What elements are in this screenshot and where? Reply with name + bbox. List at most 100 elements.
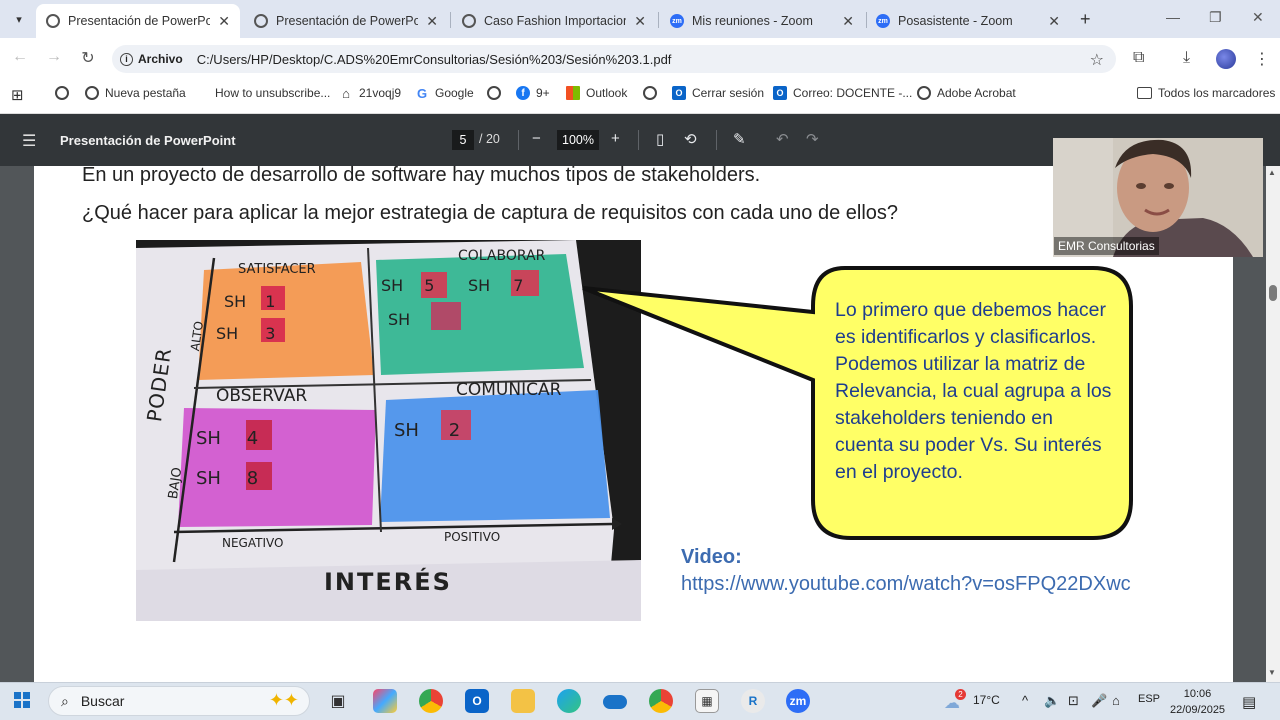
tab-presentacion-2[interactable]: Presentación de PowerPoint ✕ [244,4,448,38]
sticker-text: SH 3 [216,324,276,343]
site-info-label: Archivo [138,52,183,66]
slide-text-line-1: En un proyecto de desarrollo de software… [82,164,761,186]
clock[interactable]: 10:06 22/09/2025 [1170,686,1225,718]
forward-button[interactable]: → [43,48,65,66]
bookmark-unsubscribe[interactable]: How to unsubscribe... [195,86,330,100]
bookmark-cerrar-sesion[interactable]: O Cerrar sesión [672,86,764,100]
bookmark-label: Nueva pestaña [105,86,186,100]
outlook-icon[interactable]: O [465,689,489,713]
url-text[interactable]: C:/Users/HP/Desktop/C.ADS%20EmrConsultor… [197,52,672,67]
zoom-icon: zm [876,14,890,28]
bookmark-label: Todos los marcadores [1158,86,1276,100]
video-link[interactable]: https://www.youtube.com/watch?v=osFPQ22D… [681,573,1131,596]
chevron-up-icon[interactable]: ^ [1022,693,1028,708]
redo-icon[interactable]: ↷ [806,130,819,148]
apps-grid-icon[interactable]: ⊞ [11,86,24,104]
bookmarks-bar [0,80,1280,114]
bookmark-correo-docente[interactable]: O Correo: DOCENTE -... [773,86,912,100]
all-bookmarks[interactable]: Todos los marcadores [1137,86,1275,100]
facebook-icon: f [516,86,530,100]
taskbar-search[interactable]: ⌕ Buscar ✦✦ [48,686,310,716]
copilot-icon[interactable] [373,689,397,713]
bookmark-outlook[interactable]: Outlook [566,86,627,100]
reload-button[interactable]: ↻ [77,48,99,68]
task-view-icon[interactable]: ▣ [326,689,350,713]
menu-icon[interactable]: ⋮ [1254,49,1270,69]
chrome-profile-icon[interactable] [649,689,673,713]
globe-icon [643,86,657,100]
close-icon[interactable]: ✕ [426,13,438,30]
bookmark-facebook[interactable]: f 9+ [516,86,550,100]
language-indicator[interactable]: ESP [1138,693,1160,705]
remote-desktop-icon[interactable]: R [741,689,765,713]
scroll-up-icon[interactable]: ▲ [1268,168,1276,177]
extensions-icon[interactable]: ⧉ [1133,49,1144,67]
bookmark-globe-3[interactable] [643,86,663,100]
meet-icon[interactable]: ⊡ [1068,693,1079,709]
profile-avatar[interactable] [1216,49,1236,69]
bookmark-star-icon[interactable]: ☆ [1090,50,1104,70]
speaker-icon[interactable]: 🔈 [1044,693,1060,709]
close-icon[interactable]: ✕ [218,13,230,30]
minimize-button[interactable]: — [1166,9,1180,25]
bookmark-21voqj9[interactable]: ⌂ 21voqj9 [339,85,401,101]
edge-icon[interactable] [557,689,581,713]
tab-divider [658,12,659,28]
network-icon[interactable]: ⌂ [1112,693,1120,708]
zoom-out-button[interactable]: − [532,130,541,147]
weather-temp[interactable]: 17°C [973,693,1000,707]
download-icon[interactable]: ⤓ [1183,49,1190,67]
globe-icon [85,86,99,100]
close-icon[interactable]: ✕ [634,13,646,30]
scrollbar-thumb[interactable] [1269,285,1277,301]
address-bar[interactable]: i Archivo C:/Users/HP/Desktop/C.ADS%20Em… [112,45,1116,73]
scroll-down-icon[interactable]: ▼ [1268,668,1276,677]
bookmark-label: 9+ [536,86,550,100]
fit-page-icon[interactable]: ▯ [656,130,664,148]
tab-presentacion-1[interactable]: Presentación de PowerPoint ✕ [36,4,240,38]
tab-caso-fashion[interactable]: Caso Fashion Importaciones ✕ [452,4,656,38]
close-window-button[interactable]: ✕ [1252,9,1264,26]
bookmark-label: Cerrar sesión [692,86,765,100]
undo-icon[interactable]: ↶ [776,130,789,148]
info-icon: i [120,52,133,66]
bookmark-globe[interactable] [55,86,75,100]
close-icon[interactable]: ✕ [842,13,854,30]
house-icon: ⌂ [342,85,350,101]
new-tab-button[interactable]: + [1080,9,1091,30]
rotate-icon[interactable]: ⟲ [684,130,697,148]
sticker-text: SH 4 [196,428,259,449]
bookmark-globe-2[interactable] [487,86,507,100]
back-button[interactable]: ← [9,48,31,66]
zoom-input[interactable]: 100% [557,130,599,150]
tab-posasistente[interactable]: zm Posasistente - Zoom ✕ [866,4,1070,38]
toolbar-divider [518,130,519,150]
file-explorer-icon[interactable] [511,689,535,713]
page-number-input[interactable]: 5 [452,130,474,150]
webcam-name-label: EMR Consultorias [1054,237,1159,255]
onedrive-icon[interactable] [603,695,627,709]
hamburger-menu-icon[interactable]: ☰ [22,131,36,151]
bookmark-label: How to unsubscribe... [215,86,331,100]
windows-start-button[interactable] [14,692,30,708]
microphone-icon[interactable]: 🎤 [1091,693,1107,709]
tab-mis-reuniones[interactable]: zm Mis reuniones - Zoom ✕ [660,4,864,38]
notifications-icon[interactable]: ▤ [1242,693,1256,711]
globe-icon [254,14,268,28]
tab-search-button[interactable]: ▾ [8,8,30,30]
scrollbar[interactable] [1266,166,1280,682]
zoom-in-button[interactable]: + [611,130,620,147]
annotate-icon[interactable]: ✎ [733,130,746,148]
bookmark-nueva-pestana[interactable]: Nueva pestaña [85,86,186,100]
globe-icon [917,86,931,100]
x-axis-label: INTERÉS [324,568,452,596]
calculator-icon[interactable]: ▦ [695,689,719,713]
restore-button[interactable]: ❐ [1209,9,1222,26]
zoom-app-icon[interactable]: zm [786,689,810,713]
bookmark-adobe[interactable]: Adobe Acrobat [917,86,1016,100]
close-icon[interactable]: ✕ [1048,13,1060,30]
site-info-chip[interactable]: i Archivo [120,52,183,66]
bookmark-google[interactable]: G Google [415,86,474,101]
search-placeholder: Buscar [80,693,125,709]
chrome-icon[interactable] [419,689,443,713]
